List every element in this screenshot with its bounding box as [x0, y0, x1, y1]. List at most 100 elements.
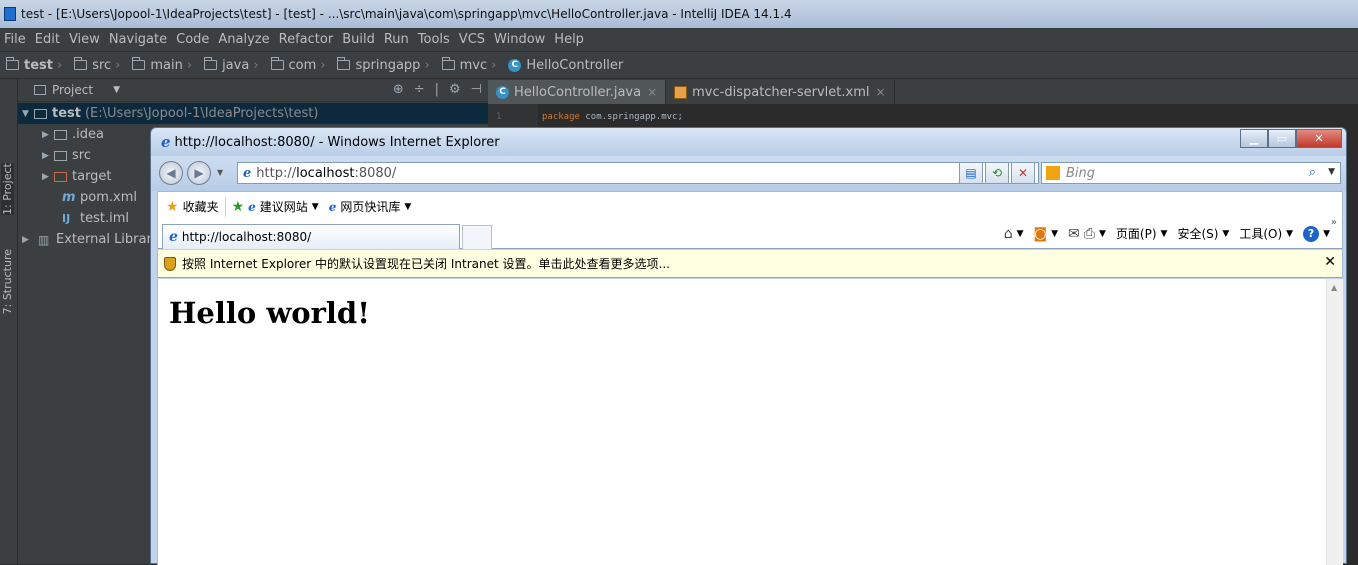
collapse-arrow-icon[interactable]: ▶	[22, 235, 34, 245]
chevron-down-icon[interactable]: ▼	[1328, 167, 1335, 177]
tree-item-test[interactable]: ▼ test (E:\Users\Jopool-1\IdeaProjects\t…	[18, 103, 488, 124]
ie-tab[interactable]: e http://localhost:8080/	[162, 224, 460, 249]
search-input[interactable]: Bing ⌕ ▼	[1041, 162, 1341, 184]
stop-button[interactable]: ✕	[1011, 162, 1035, 184]
collapse-arrow-icon[interactable]: ▶	[42, 130, 54, 140]
home-icon[interactable]: ⌂	[1004, 226, 1013, 242]
fav-link-web-slice-gallery[interactable]: 网页快讯库	[340, 198, 400, 215]
module-icon	[34, 108, 47, 119]
tab-mvc-dispatcher[interactable]: mvc-dispatcher-servlet.xml ×	[666, 80, 895, 104]
collapse-all-icon[interactable]: ÷	[414, 82, 425, 97]
print-icon[interactable]: ⎙	[1084, 226, 1095, 242]
chevron-down-icon[interactable]: ▼	[113, 85, 120, 95]
ie-page-content: Hello world! ▲	[157, 279, 1343, 565]
scroll-up-icon[interactable]: ▲	[1331, 283, 1337, 292]
chevron-down-icon[interactable]: ▼	[312, 202, 319, 212]
breadcrumb-item-main[interactable]: main ›	[126, 57, 198, 73]
ie-window: e http://localhost:8080/ - Windows Inter…	[150, 127, 1347, 565]
page-icon: e	[243, 165, 252, 181]
chevron-down-icon[interactable]: ▼	[1051, 229, 1058, 239]
compat-view-button[interactable]: ▤	[959, 162, 983, 184]
chevron-down-icon[interactable]: ▼	[1323, 229, 1330, 239]
collapse-arrow-icon[interactable]: ▶	[42, 151, 54, 161]
tab-hellocontroller[interactable]: C HelloController.java ×	[488, 80, 667, 104]
menu-analyze[interactable]: Analyze	[214, 32, 274, 47]
stop-icon: ✕	[1017, 166, 1029, 180]
close-icon[interactable]: ×	[876, 85, 886, 99]
chevron-down-icon[interactable]: ▼	[1161, 229, 1168, 239]
command-bar: ⌂ ▼ ◙ ▼ ✉ ⎙ ▼ 页面(P) ▼ 安全(S) ▼ 工具(O) ▼ ? ▼	[1004, 225, 1336, 242]
chevron-down-icon[interactable]: ▼	[1286, 229, 1293, 239]
menu-edit[interactable]: Edit	[31, 32, 65, 47]
project-icon	[34, 85, 46, 95]
menu-vcs[interactable]: VCS	[455, 32, 490, 47]
breadcrumb-label: mvc	[459, 57, 488, 73]
mail-icon[interactable]: ✉	[1068, 226, 1080, 242]
chevron-down-icon[interactable]: ▼	[1099, 229, 1106, 239]
tool-tab-project[interactable]: 1: Project	[1, 163, 14, 215]
page-icon: e	[328, 199, 337, 214]
close-icon[interactable]: ✕	[1324, 254, 1336, 270]
project-panel-title[interactable]: Project	[52, 83, 93, 97]
breadcrumb-item-mvc[interactable]: mvc ›	[436, 57, 503, 73]
iml-file-icon: IJ	[62, 212, 71, 225]
forward-button[interactable]: ▶	[187, 161, 211, 185]
chevron-down-icon[interactable]: ▼	[1222, 229, 1229, 239]
address-bar[interactable]: e http://localhost:8080/ ▼	[237, 162, 1039, 184]
chevron-down-icon[interactable]: ▼	[1017, 229, 1024, 239]
bing-icon	[1046, 166, 1060, 180]
overflow-chevron-icon[interactable]: »	[1331, 217, 1337, 228]
package-icon	[441, 57, 455, 70]
hide-panel-icon[interactable]: ⊣	[471, 82, 482, 97]
collapse-arrow-icon[interactable]: ▶	[42, 172, 54, 182]
address-host: localhost	[296, 165, 355, 181]
scrollbar[interactable]: ▲	[1326, 279, 1343, 565]
tree-item-label: src	[72, 148, 91, 163]
window-close-button[interactable]: ✕	[1296, 129, 1342, 148]
tool-tab-structure[interactable]: 7: Structure	[1, 249, 14, 314]
chevron-down-icon[interactable]: ▼	[404, 202, 411, 212]
new-tab-button[interactable]	[462, 225, 492, 249]
back-button[interactable]: ◀	[159, 161, 183, 185]
window-controls: ▁ ▭ ✕	[1240, 129, 1342, 148]
fav-link-suggested-sites[interactable]: 建议网站	[260, 198, 308, 215]
menu-file[interactable]: File	[0, 32, 31, 47]
menu-run[interactable]: Run	[380, 32, 414, 47]
breadcrumb-item-springapp[interactable]: springapp ›	[331, 57, 435, 73]
gear-icon[interactable]: ⚙	[449, 82, 461, 97]
add-favorite-icon[interactable]: ★	[232, 199, 245, 215]
information-bar[interactable]: 按照 Internet Explorer 中的默认设置现在已关闭 Intrane…	[157, 250, 1343, 278]
refresh-button[interactable]: ⟲	[985, 162, 1009, 184]
menu-build[interactable]: Build	[338, 32, 380, 47]
tree-item-label: test	[52, 106, 81, 121]
folder-icon	[54, 129, 67, 140]
safety-menu[interactable]: 安全(S)	[1177, 225, 1218, 242]
menu-window[interactable]: Window	[490, 32, 550, 47]
breadcrumb-item-test[interactable]: test ›	[0, 57, 68, 73]
minimize-button[interactable]: ▁	[1240, 129, 1268, 148]
close-icon[interactable]: ×	[647, 85, 657, 99]
maven-icon: m	[62, 190, 76, 205]
ie-window-title: http://localhost:8080/ - Windows Interne…	[174, 134, 500, 150]
help-icon[interactable]: ?	[1303, 225, 1320, 242]
breadcrumb-item-src[interactable]: src ›	[68, 57, 126, 73]
feeds-icon[interactable]: ◙	[1034, 226, 1048, 242]
menu-view[interactable]: View	[65, 32, 105, 47]
menu-code[interactable]: Code	[172, 32, 214, 47]
page-menu[interactable]: 页面(P)	[1116, 225, 1157, 242]
menu-tools[interactable]: Tools	[414, 32, 455, 47]
breadcrumb-item-hellocontroller[interactable]: C HelloController	[502, 58, 629, 73]
expand-arrow-icon[interactable]: ▼	[22, 109, 34, 119]
search-icon[interactable]: ⌕	[1309, 165, 1316, 180]
menu-refactor[interactable]: Refactor	[275, 32, 339, 47]
line-number: 1	[496, 112, 502, 122]
scroll-from-source-icon[interactable]: ⊕	[393, 82, 404, 97]
history-dropdown-icon[interactable]: ▼	[217, 168, 223, 177]
tools-menu[interactable]: 工具(O)	[1239, 225, 1282, 242]
breadcrumb-item-com[interactable]: com ›	[265, 57, 332, 73]
menu-help[interactable]: Help	[550, 32, 589, 47]
maximize-button[interactable]: ▭	[1268, 129, 1296, 148]
breadcrumb-item-java[interactable]: java ›	[198, 57, 264, 73]
favorites-button[interactable]: 收藏夹	[183, 198, 219, 215]
menu-navigate[interactable]: Navigate	[105, 32, 172, 47]
